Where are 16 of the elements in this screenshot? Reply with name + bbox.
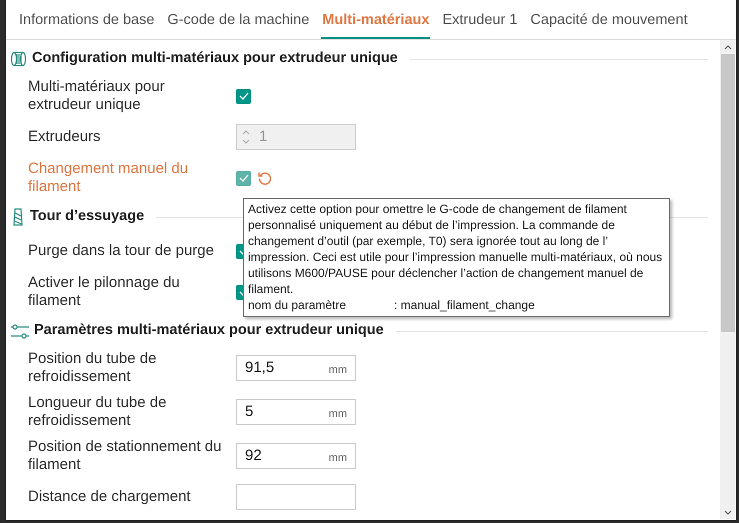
spinner-value: 1 <box>259 126 268 147</box>
setting-label: Extrudeurs <box>28 128 102 146</box>
setting-label: Position du tube de refroidissement <box>28 350 158 386</box>
setting-label: Multi-matériaux pour extrudeur unique <box>28 78 166 114</box>
setting-label: Activer le pilonnage du filament <box>28 274 181 310</box>
setting-label: Position de stationnement du filament <box>28 438 222 474</box>
setting-label: Distance de chargement <box>28 488 192 506</box>
parameter-name: : manual_filament_change <box>394 297 535 313</box>
setting-label: Changement manuel du filament <box>28 160 190 196</box>
section-title: Configuration multi-matériaux pour extrudeur unique <box>32 49 398 68</box>
setting-label: Purge dans la tour de purge <box>28 242 215 260</box>
section-title: Paramètres multi-matériaux pour extrudeur unique <box>34 321 384 340</box>
section-title: Tour d’essuyage <box>30 207 144 226</box>
parameter-label: nom du paramètre <box>248 297 348 313</box>
setting-label: Longueur du tube de refroidissement <box>28 394 168 430</box>
tooltip-text: Activez cette option pour omettre le G-code de changement de filament personnalisé uniquement au début de l’impression. La commande de changement d’outil (par exemple, T0) sera ignorée tout au long de l’ impression. Ceci est utile pour l’impression manuelle multi-matériaux, où nous utilisons M600/PAUSE pour déclencher l’action de changement manuel de filament. <box>248 201 664 297</box>
